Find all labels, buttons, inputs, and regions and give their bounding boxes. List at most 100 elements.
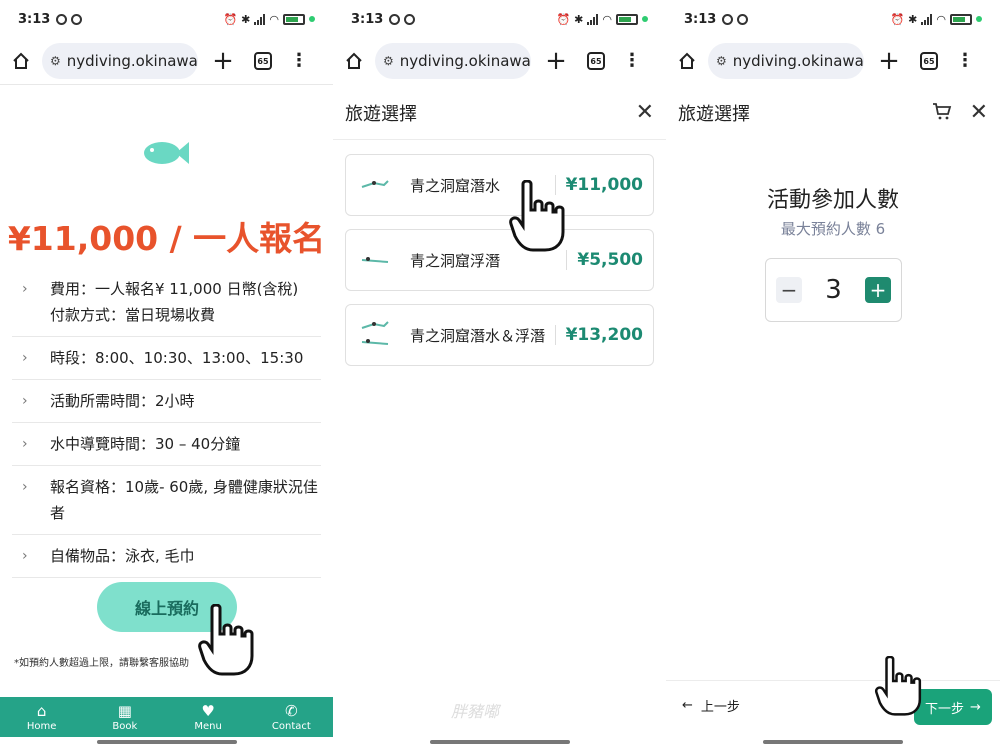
combo-thumbnail-icon (360, 315, 394, 355)
pointer-hand-icon (509, 180, 565, 252)
privacy-dot-icon (309, 16, 315, 22)
home-icon[interactable] (10, 50, 32, 72)
url-bar[interactable]: ⚙ nydiving.okinawa (42, 43, 198, 79)
info-text: 時段：8:00、10:30、13:00、15:30 (50, 349, 304, 367)
alarm-icon: ⏰ (223, 12, 238, 26)
nav-menu[interactable]: ♥ Menu (167, 697, 250, 737)
list-item: › 自備物品：泳衣, 毛巾 (12, 535, 321, 578)
url-text: nydiving.okinawa (66, 52, 198, 70)
list-item: › 時段：8:00、10:30、13:00、15:30 (12, 337, 321, 380)
info-list: › 費用：一人報名¥ 11,000 日幣(含稅) 付款方式：當日現場收費 › 時段：… (12, 268, 321, 578)
bluetooth-icon: ✱ (574, 12, 584, 26)
divider (566, 250, 568, 270)
list-item: › 報名資格：10歲- 60歲, 身體健康狀況佳者 (12, 466, 321, 535)
info-text: 報名資格：10歲- 60歲, 身體健康狀況佳者 (50, 478, 318, 522)
divider (666, 680, 1000, 681)
notification-icon (71, 13, 83, 25)
divider (554, 325, 556, 345)
quantity-stepper: − 3 + (765, 258, 902, 322)
sheet-header: 旅遊選擇 ✕ (333, 86, 666, 140)
prev-label: 上一步 (700, 700, 740, 715)
new-tab-icon[interactable]: + (212, 48, 234, 74)
privacy-dot-icon (642, 16, 648, 22)
arrow-right-icon: → (970, 699, 981, 715)
nav-label: Contact (271, 720, 311, 732)
new-tab-icon[interactable]: + (545, 48, 567, 74)
url-bar[interactable]: ⚙ nydiving.okinawa (375, 43, 531, 79)
tour-name: 青之洞窟潛水＆浮潛 (410, 326, 546, 345)
notification-icon (389, 13, 401, 25)
pointer-hand-icon (874, 656, 922, 716)
status-time: 3:13 (684, 11, 717, 27)
info-text: 活動所需時間：2小時 (50, 392, 195, 410)
more-menu-icon[interactable]: ⋮ (623, 52, 641, 70)
notification-icon (56, 13, 68, 25)
tour-name: 青之洞窟浮潛 (410, 251, 501, 270)
quantity-value: 3 (825, 275, 842, 305)
fish-icon (144, 142, 189, 164)
notification-icon (737, 13, 749, 25)
list-item: › 活動所需時間：2小時 (12, 380, 321, 423)
close-icon[interactable]: ✕ (636, 101, 654, 124)
tour-price: ¥13,200 (565, 325, 643, 345)
cart-icon[interactable] (932, 102, 952, 125)
tour-option-diving[interactable]: 青之洞窟潛水 ¥11,000 (345, 154, 654, 216)
heart-icon: ♥ (201, 701, 215, 720)
nav-label: Book (112, 720, 138, 732)
status-bar: 3:13 ⏰ ✱ ◠ (0, 0, 333, 38)
nav-book[interactable]: ▦ Book (83, 697, 166, 737)
home-icon[interactable] (676, 50, 698, 72)
gesture-bar (96, 740, 237, 744)
arrow-left-icon: ← (682, 698, 693, 713)
snorkeler-thumbnail-icon (360, 240, 394, 280)
battery-icon (283, 13, 305, 25)
price-heading: ¥11,000 / 一人報名 (7, 219, 326, 258)
previous-step-button[interactable]: ← 上一步 (682, 696, 740, 715)
url-bar[interactable]: ⚙ nydiving.okinawa (708, 43, 864, 79)
list-item: › 費用：一人報名¥ 11,000 日幣(含稅) 付款方式：當日現場收費 (12, 268, 321, 337)
calendar-icon: ▦ (117, 701, 132, 720)
home-icon: ⌂ (36, 701, 47, 720)
notification-icon (722, 13, 734, 25)
tab-switcher-button[interactable]: 65 (587, 52, 605, 70)
tab-switcher-button[interactable]: 65 (920, 52, 938, 70)
diver-thumbnail-icon (360, 165, 394, 205)
bluetooth-icon: ✱ (908, 12, 918, 26)
site-settings-icon[interactable]: ⚙ (383, 54, 394, 68)
chevron-right-icon: › (22, 479, 28, 495)
new-tab-icon[interactable]: + (878, 48, 900, 74)
nav-home[interactable]: ⌂ Home (0, 697, 83, 737)
increment-button[interactable]: + (864, 277, 891, 303)
home-icon[interactable] (343, 50, 365, 72)
status-bar: 3:13 ⏰ ✱ ◠ (333, 0, 666, 38)
gesture-bar (429, 740, 570, 744)
more-menu-icon[interactable]: ⋮ (290, 52, 308, 70)
status-time: 3:13 (18, 11, 51, 27)
phone-screen-tour-select: 3:13 ⏰ ✱ ◠ ⚙ nydiving.okinawa + 65 ⋮ 旅遊選… (333, 0, 666, 750)
phone-screen-product: 3:13 ⏰ ✱ ◠ ⚙ nydiving.okinawa + 65 ⋮ ¥11… (0, 0, 333, 750)
tab-switcher-button[interactable]: 65 (254, 52, 272, 70)
tour-option-combo[interactable]: 青之洞窟潛水＆浮潛 ¥13,200 (345, 304, 654, 366)
bluetooth-icon: ✱ (241, 12, 251, 26)
phone-screen-participants: 3:13 ⏰ ✱ ◠ ⚙ nydiving.okinawa + 65 ⋮ 旅遊選… (666, 0, 1000, 750)
battery-icon (616, 13, 638, 25)
sheet-title: 旅遊選擇 (345, 103, 417, 125)
chevron-right-icon: › (22, 436, 28, 452)
battery-icon (950, 13, 972, 25)
tour-price: ¥11,000 (565, 175, 643, 195)
nav-label: Menu (194, 720, 222, 732)
tour-price: ¥5,500 (577, 250, 643, 270)
close-icon[interactable]: ✕ (970, 102, 988, 124)
tour-option-snorkeling[interactable]: 青之洞窟浮潛 ¥5,500 (345, 229, 654, 291)
browser-toolbar: ⚙ nydiving.okinawa + 65 ⋮ (666, 40, 1000, 82)
site-settings-icon[interactable]: ⚙ (50, 54, 61, 68)
list-item: › 水中導覽時間：30 – 40分鐘 (12, 423, 321, 466)
more-menu-icon[interactable]: ⋮ (956, 52, 974, 70)
wifi-icon: ◠ (936, 12, 946, 26)
nav-contact[interactable]: ✆ Contact (250, 697, 333, 737)
info-text: 費用：一人報名¥ 11,000 日幣(含稅) 付款方式：當日現場收費 (50, 280, 299, 324)
site-settings-icon[interactable]: ⚙ (716, 54, 727, 68)
notification-icon (404, 13, 416, 25)
browser-toolbar: ⚙ nydiving.okinawa + 65 ⋮ (0, 40, 333, 82)
decrement-button[interactable]: − (776, 277, 802, 303)
